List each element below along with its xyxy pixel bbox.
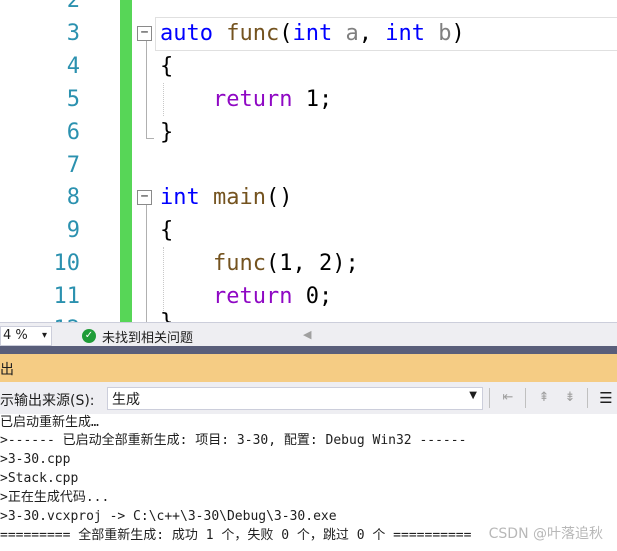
code-param: b [424, 21, 452, 46]
collapse-toggle-icon[interactable]: − [137, 190, 152, 205]
watermark: CSDN @叶落追秋 [488, 526, 603, 542]
go-to-next-icon[interactable]: ⇟ [559, 387, 581, 409]
code-line: int main() [160, 181, 292, 214]
code-keyword: int [160, 185, 200, 210]
zoom-value: 4 % [3, 328, 28, 343]
code-text: 0; [292, 284, 333, 309]
line-number: 7 [66, 153, 80, 178]
output-text-area[interactable]: 已启动重新生成… >------ 已启动全部重新生成: 项目: 3-30, 配置… [0, 414, 617, 551]
line-number: 2 [66, 0, 80, 13]
toolbar-separator [525, 388, 526, 408]
code-keyword: return [213, 87, 293, 112]
outline-guide-end [146, 138, 154, 140]
code-keyword: int [292, 21, 333, 46]
scroll-left-icon[interactable]: ◀ [303, 328, 311, 341]
output-line: 已启动重新生成… [0, 415, 99, 430]
zoom-dropdown[interactable]: 4 % ▾ [0, 326, 52, 346]
line-number: 6 [66, 120, 80, 145]
code-line: return 0; [213, 280, 332, 313]
source-select[interactable]: 生成 ▼ [107, 387, 483, 410]
code-text: 1; [292, 87, 333, 112]
code-line: } [160, 120, 174, 145]
outline-guide [146, 41, 147, 138]
output-panel-header: 出 [0, 354, 617, 382]
code-editor[interactable]: 2 3 4 5 6 7 8 9 10 11 12 − − auto func(i… [0, 0, 617, 322]
go-to-previous-icon[interactable]: ⇞ [533, 387, 555, 409]
line-number: 12 [20, 313, 81, 322]
output-line: ========= 全部重新生成: 成功 1 个，失败 0 个，跳过 0 个 =… [0, 528, 472, 543]
code-line: return 1; [213, 83, 332, 116]
panel-splitter[interactable] [0, 346, 617, 354]
code-keyword: return [213, 284, 293, 309]
output-line: >------ 已启动全部重新生成: 项目: 3-30, 配置: Debug W… [0, 433, 467, 448]
code-text: , [358, 21, 386, 46]
code-function: main [213, 185, 266, 210]
code-line: auto func(int a, int b) [160, 17, 465, 50]
indent-guide [163, 83, 164, 116]
code-text: ) [451, 21, 465, 46]
chevron-down-icon: ▾ [41, 330, 47, 341]
code-line: { [160, 54, 174, 79]
outline-guide [146, 205, 147, 322]
code-line: { [160, 218, 174, 243]
code-param: a [332, 21, 359, 46]
code-line: func(1, 2); [213, 247, 359, 280]
issues-status[interactable]: 未找到相关问题 [102, 327, 193, 346]
clear-all-icon[interactable]: ☰ [595, 387, 617, 409]
code-text: () [265, 185, 293, 210]
output-line: >Stack.cpp [0, 471, 79, 486]
line-number: 10 [53, 251, 81, 276]
check-circle-icon: ✓ [82, 329, 96, 343]
code-keyword: auto [160, 21, 213, 46]
collapse-toggle-icon[interactable]: − [137, 26, 152, 41]
output-line: >正在生成代码... [0, 490, 110, 505]
code-keyword: int [385, 21, 425, 46]
output-panel-title: 出 [0, 362, 14, 378]
output-line: >3-30.cpp [0, 452, 71, 467]
line-number-gutter: 2 3 4 5 6 7 8 9 10 11 12 [0, 0, 120, 322]
code-line: } [160, 306, 173, 322]
output-toolbar: 示输出来源(S): 生成 ▼ ⇤ ⇞ ⇟ ☰ [0, 382, 617, 414]
line-number: 8 [66, 185, 80, 210]
line-number: 11 [53, 284, 81, 309]
toolbar-separator [489, 388, 490, 408]
line-number: 3 [66, 21, 80, 46]
line-number: 9 [66, 218, 80, 243]
toolbar-separator [587, 388, 588, 408]
code-function: func [226, 21, 280, 46]
code-function: func [213, 251, 266, 276]
code-text: ( [279, 21, 293, 46]
source-select-value: 生成 [112, 392, 140, 408]
chevron-down-icon: ▼ [469, 390, 477, 401]
line-number: 4 [66, 54, 80, 79]
editor-status-bar: 4 % ▾ ✓ 未找到相关问题 ◀ [0, 322, 617, 349]
change-indicator-bar [120, 0, 132, 322]
find-message-icon[interactable]: ⇤ [497, 387, 519, 409]
indent-guide [163, 247, 164, 313]
output-line: >3-30.vcxproj -> C:\c++\3-30\Debug\3-30.… [0, 509, 337, 524]
line-number: 5 [66, 87, 80, 112]
code-text: (1, 2); [265, 251, 359, 276]
source-label: 示输出来源(S): [0, 393, 95, 409]
